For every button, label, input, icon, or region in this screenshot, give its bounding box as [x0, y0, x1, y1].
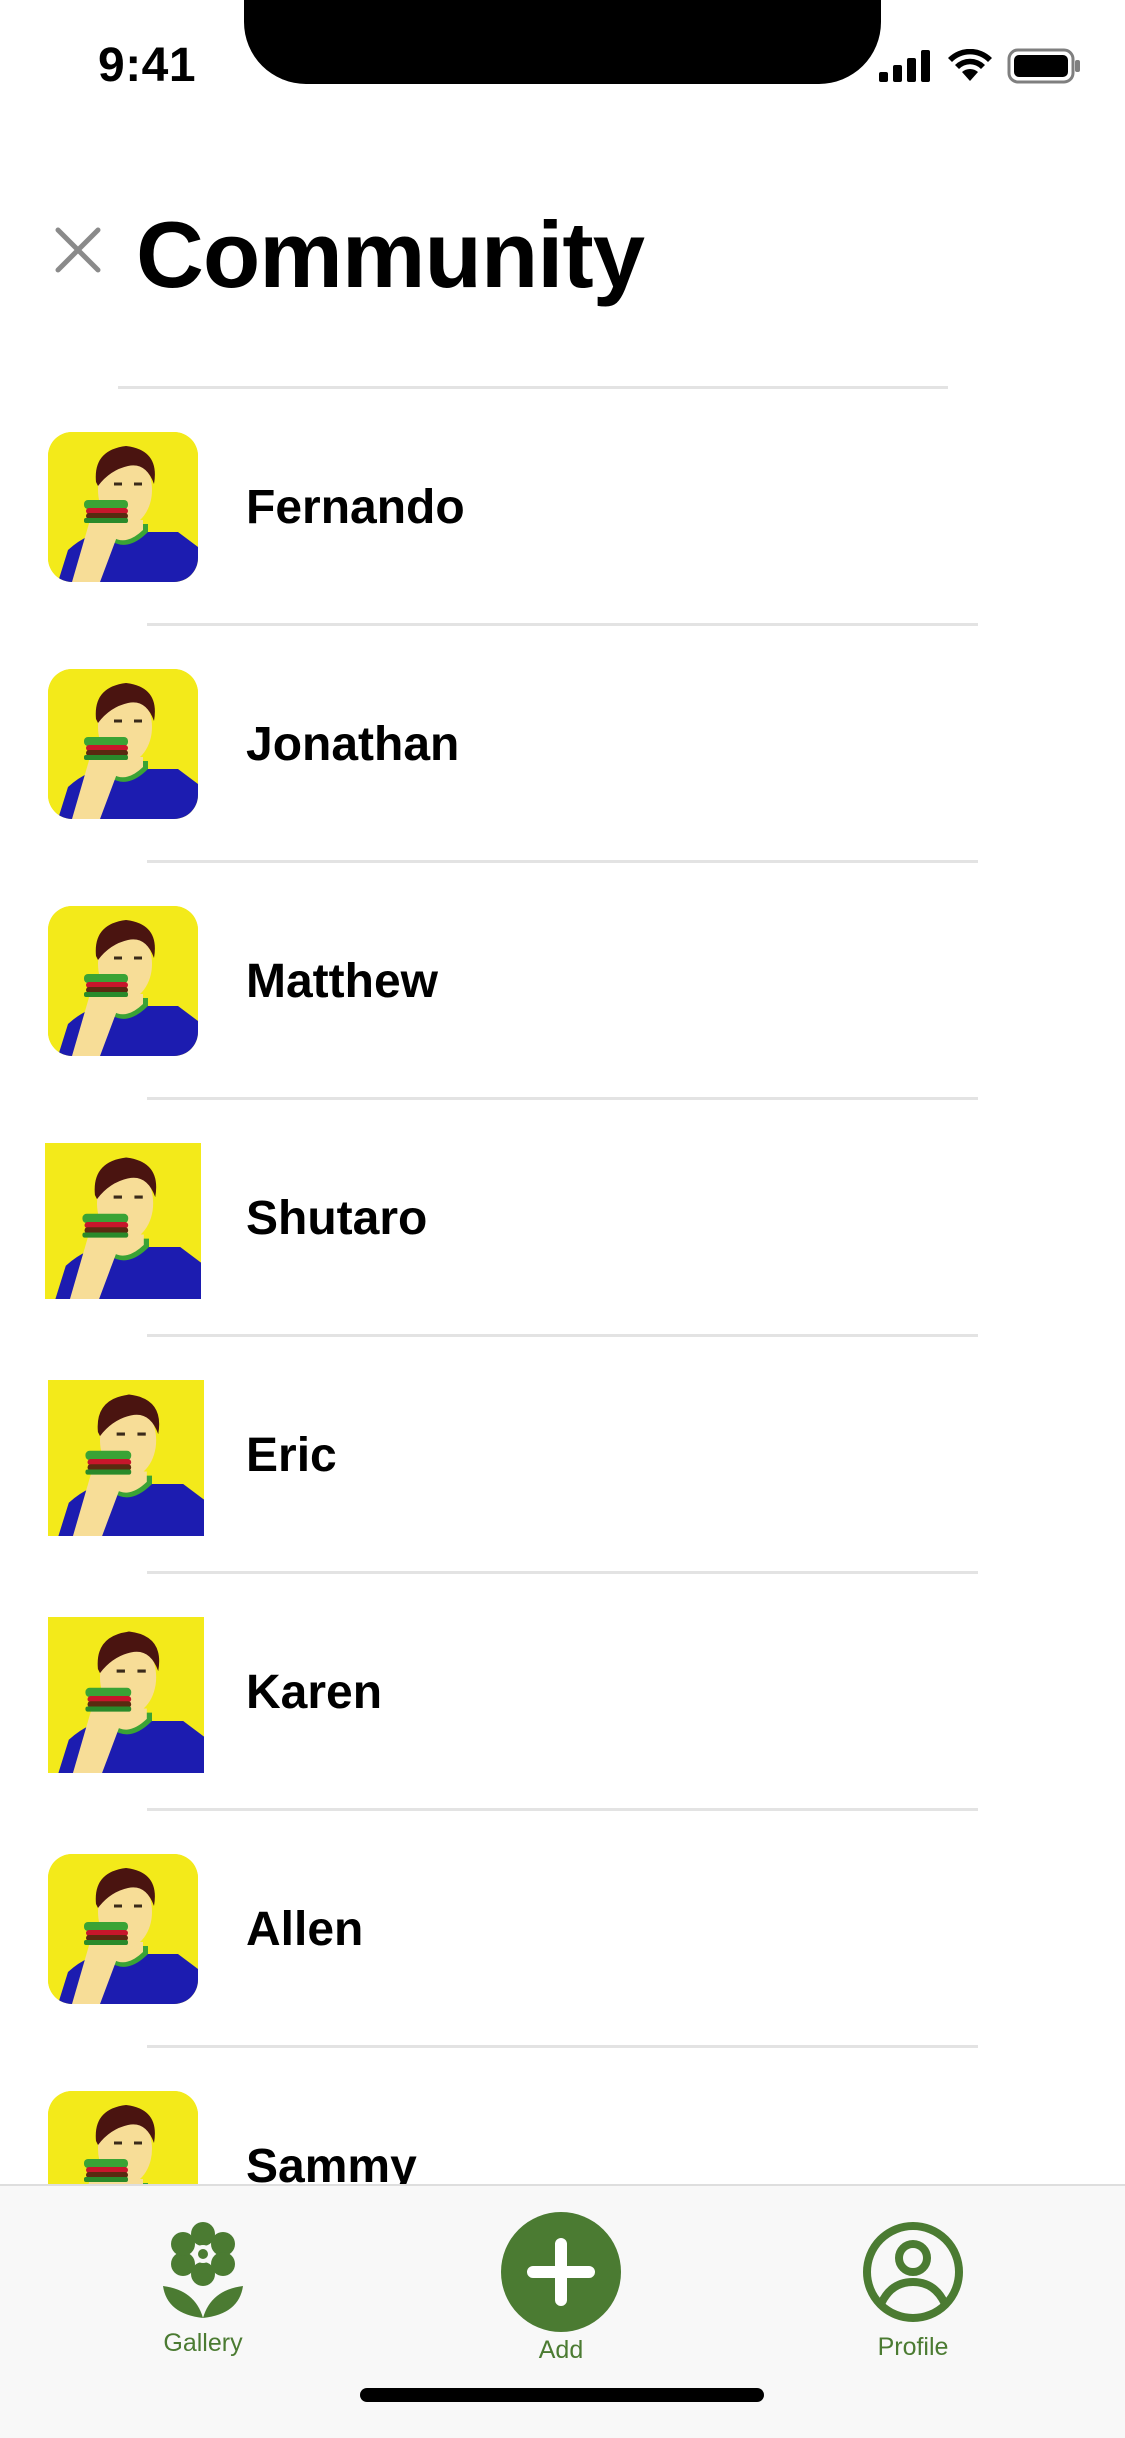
flower-icon — [163, 2222, 243, 2318]
list-item[interactable]: Karen — [0, 1573, 1125, 1811]
status-icons — [879, 48, 1081, 84]
page-title: Community — [136, 202, 645, 307]
avatar — [45, 1143, 201, 1299]
tab-profile[interactable]: Profile — [858, 2220, 968, 2362]
wifi-icon — [948, 49, 992, 81]
member-name: Karen — [246, 1666, 383, 1719]
tab-gallery[interactable]: Gallery — [148, 2220, 258, 2358]
list-item[interactable]: Jonathan — [0, 625, 1125, 863]
tab-profile-label: Profile — [877, 2333, 949, 2361]
close-button[interactable] — [50, 222, 106, 278]
avatar — [48, 1617, 204, 1773]
member-name: Shutaro — [246, 1192, 428, 1245]
avatar — [48, 1380, 204, 1536]
avatar — [48, 432, 198, 582]
member-name: Fernando — [246, 481, 465, 534]
list-item[interactable]: Shutaro — [0, 1099, 1125, 1337]
avatar-image — [48, 1854, 198, 2004]
status-bar: 9:41 — [0, 0, 1125, 135]
list-item[interactable]: Eric — [0, 1336, 1125, 1574]
avatar-image — [45, 1143, 201, 1299]
tab-gallery-label: Gallery — [163, 2329, 243, 2357]
avatar — [48, 1854, 198, 2004]
member-name: Matthew — [246, 955, 438, 1008]
avatar-image — [48, 669, 198, 819]
device-notch — [244, 0, 881, 84]
avatar-image — [48, 906, 198, 1056]
home-indicator — [360, 2388, 764, 2402]
signal-icon — [879, 50, 930, 82]
member-name: Jonathan — [246, 718, 460, 771]
avatar — [48, 669, 198, 819]
list-item[interactable]: Fernando — [0, 388, 1125, 626]
status-time: 9:41 — [98, 39, 197, 92]
avatar-image — [48, 1380, 204, 1536]
avatar-image — [48, 1617, 204, 1773]
battery-icon — [1007, 48, 1080, 84]
member-name: Eric — [246, 1429, 337, 1482]
plus-icon — [527, 2238, 595, 2306]
add-button[interactable] — [501, 2212, 621, 2332]
person-circle-icon — [863, 2222, 963, 2322]
close-icon — [55, 227, 101, 273]
member-name: Allen — [246, 1903, 364, 1956]
list-item[interactable]: Allen — [0, 1810, 1125, 2048]
avatar-image — [48, 432, 198, 582]
avatar — [48, 906, 198, 1056]
tab-add-label: Add — [538, 2336, 584, 2364]
tab-add[interactable]: Add — [496, 2212, 626, 2365]
list-item[interactable]: Matthew — [0, 862, 1125, 1100]
